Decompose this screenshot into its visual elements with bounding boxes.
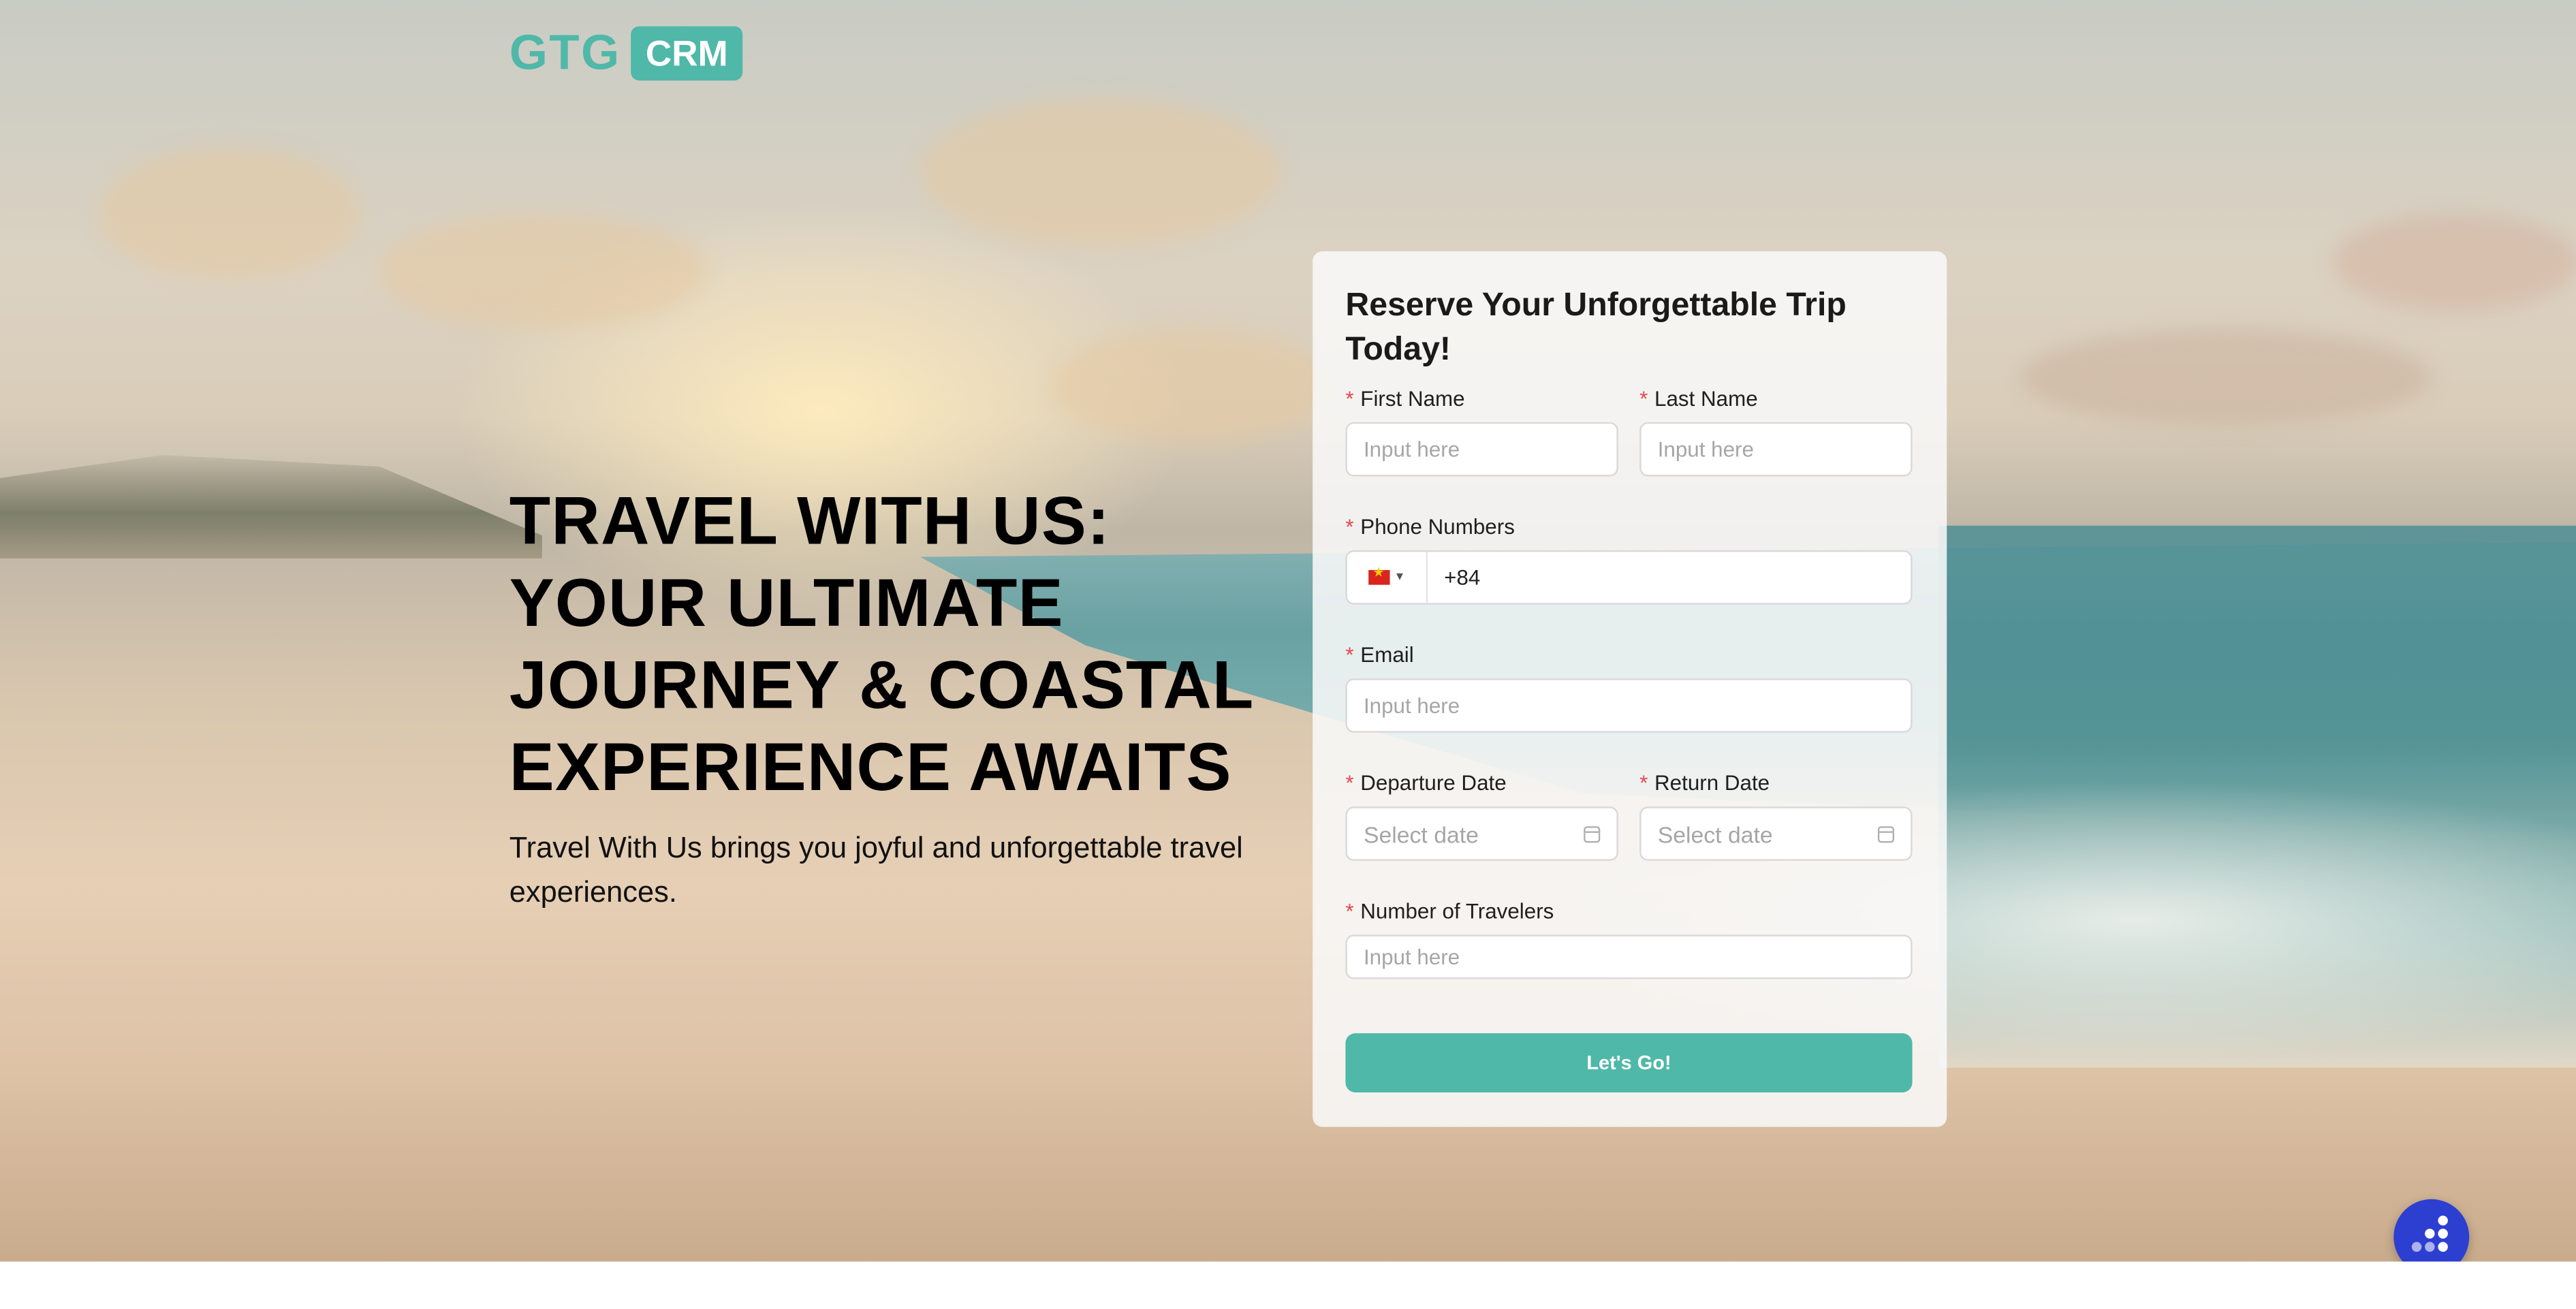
required-marker: *	[1639, 770, 1648, 795]
cloud-decoration	[2020, 328, 2432, 428]
last-name-label-text: Last Name	[1654, 385, 1758, 411]
chat-widget-button[interactable]	[2393, 1199, 2470, 1262]
chat-dots-icon	[2425, 1229, 2435, 1239]
first-name-label-text: First Name	[1360, 385, 1465, 411]
cloud-decoration	[1051, 328, 1331, 444]
phone-code-value[interactable]: +84	[1428, 565, 1480, 590]
phone-label: * Phone Numbers	[1345, 514, 1514, 539]
caret-down-icon: ▼	[1394, 571, 1406, 584]
return-date-placeholder: Select date	[1657, 820, 1773, 847]
submit-button[interactable]: Let's Go!	[1345, 1033, 1913, 1092]
departure-date-label: * Departure Date	[1345, 770, 1506, 795]
return-date-picker[interactable]: Select date	[1639, 806, 1913, 861]
logo-gtg-text: GTG	[509, 25, 621, 80]
required-marker: *	[1639, 385, 1648, 411]
phone-label-text: Phone Numbers	[1360, 514, 1515, 539]
cloud-decoration	[98, 148, 362, 280]
chat-dots-icon	[2425, 1242, 2435, 1252]
departure-date-picker[interactable]: Select date	[1345, 806, 1618, 861]
cloud-decoration	[2333, 213, 2576, 313]
departure-date-label-text: Departure Date	[1360, 770, 1507, 795]
first-name-label: * First Name	[1345, 386, 1464, 411]
form-title: Reserve Your Unforgettable Trip Today!	[1345, 287, 1847, 368]
email-label-text: Email	[1360, 642, 1414, 667]
headline-line: TRAVEL WITH US:	[509, 483, 1111, 559]
departure-date-placeholder: Select date	[1363, 820, 1479, 847]
hero-subtext: Travel With Us brings you joyful and unf…	[509, 831, 1243, 909]
logo-crm-badge: CRM	[631, 26, 743, 81]
chat-dots-icon	[2438, 1229, 2448, 1239]
required-marker: *	[1345, 770, 1354, 795]
page: GTG CRM TRAVEL WITH US: YOUR ULTIMATE JO…	[0, 0, 2576, 1309]
email-label: * Email	[1345, 642, 1413, 667]
logo[interactable]: GTG CRM	[509, 25, 743, 81]
first-name-input[interactable]	[1345, 422, 1618, 477]
chat-dots-icon	[2438, 1242, 2448, 1252]
required-marker: *	[1345, 898, 1354, 924]
shoreline-trees	[0, 455, 542, 559]
reservation-form-card: Reserve Your Unforgettable Trip Today! *…	[1313, 251, 1947, 1127]
hero-headline: TRAVEL WITH US: YOUR ULTIMATE JOURNEY & …	[509, 479, 1282, 808]
last-name-input[interactable]	[1639, 422, 1913, 477]
headline-line: EXPERIENCE AWAITS	[509, 729, 1232, 805]
headline-line: JOURNEY & COASTAL	[509, 647, 1255, 723]
required-marker: *	[1345, 642, 1354, 667]
phone-input[interactable]: ▼ +84	[1345, 550, 1913, 605]
hero-background: GTG CRM TRAVEL WITH US: YOUR ULTIMATE JO…	[0, 0, 2576, 1262]
email-input[interactable]	[1345, 678, 1913, 733]
cloud-decoration	[377, 213, 707, 329]
headline-line: YOUR ULTIMATE	[509, 565, 1064, 641]
country-code-select[interactable]: ▼	[1347, 552, 1428, 603]
last-name-label: * Last Name	[1639, 386, 1758, 411]
travelers-label: * Number of Travelers	[1345, 898, 1554, 923]
travelers-input[interactable]	[1345, 934, 1913, 979]
required-marker: *	[1345, 514, 1354, 539]
chat-dots-icon	[2411, 1242, 2422, 1252]
calendar-icon	[1584, 825, 1601, 842]
required-marker: *	[1345, 385, 1354, 411]
page-footer-strip	[0, 1261, 2576, 1309]
calendar-icon	[1877, 825, 1895, 842]
return-date-label-text: Return Date	[1654, 770, 1770, 795]
cloud-decoration	[920, 98, 1282, 247]
travelers-label-text: Number of Travelers	[1360, 898, 1554, 924]
chat-dots-icon	[2438, 1215, 2448, 1226]
vietnam-flag-icon	[1368, 565, 1389, 585]
return-date-label: * Return Date	[1639, 770, 1770, 795]
